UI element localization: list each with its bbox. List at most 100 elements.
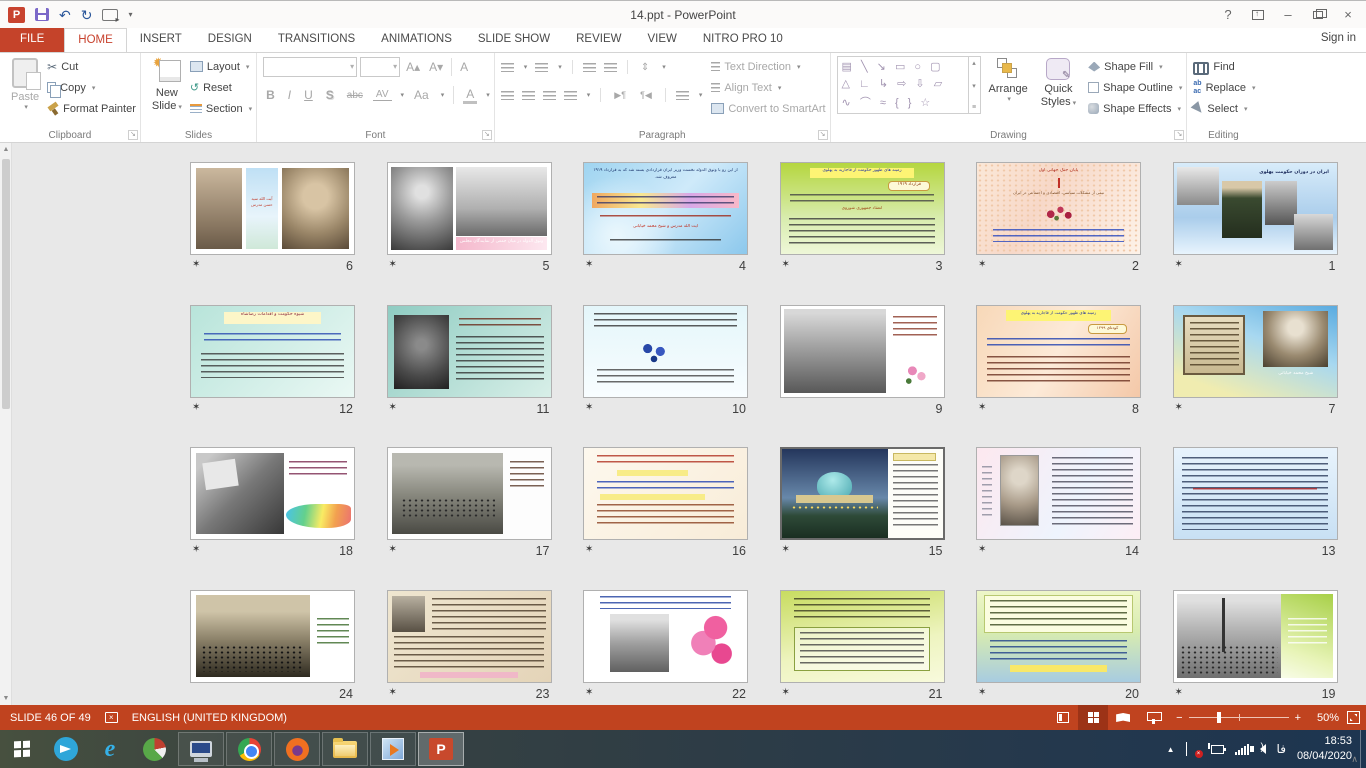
slide-thumbnail-10[interactable]	[583, 305, 748, 398]
character-spacing-icon[interactable]: AV	[373, 89, 392, 101]
ribbon-display-options-icon[interactable]	[1244, 4, 1272, 26]
taskbar-file-explorer[interactable]	[322, 732, 368, 766]
tab-file[interactable]: FILE	[0, 28, 64, 52]
animation-indicator[interactable]: ✶	[782, 544, 794, 558]
language-indicator[interactable]: ENGLISH (UNITED KINGDOM)	[132, 712, 287, 724]
bullets-icon[interactable]	[501, 63, 514, 72]
slide-thumbnail-16[interactable]	[583, 447, 748, 540]
undo-icon[interactable]: ↶	[59, 8, 71, 22]
redo-icon[interactable]: ↻	[81, 8, 93, 22]
find-button[interactable]: Find	[1193, 56, 1255, 77]
animation-indicator[interactable]: ✶	[978, 259, 990, 273]
tab-nitro-pro[interactable]: NITRO PRO 10	[690, 28, 796, 52]
slide-thumbnail-21[interactable]	[780, 590, 945, 683]
quick-styles-button[interactable]: Quick Styles▾	[1036, 56, 1081, 110]
animation-indicator[interactable]: ✶	[585, 259, 597, 273]
columns-icon[interactable]	[676, 91, 689, 100]
volume-icon[interactable]	[1260, 744, 1266, 754]
copy-button[interactable]: Copy▾	[47, 77, 136, 98]
italic-icon[interactable]: I	[285, 88, 294, 102]
slide-thumbnail-6[interactable]: آیت الله سید حسن مدرس	[190, 162, 355, 255]
taskbar-remote-desktop[interactable]	[178, 732, 224, 766]
align-text-button[interactable]: Align Text▾	[711, 77, 825, 98]
reading-view-button[interactable]	[1108, 705, 1138, 730]
animation-indicator[interactable]: ✶	[389, 259, 401, 273]
start-from-beginning-icon[interactable]	[102, 9, 118, 21]
taskbar-telegram[interactable]	[44, 730, 88, 768]
slide-thumbnail-15[interactable]	[780, 447, 945, 540]
strikethrough-icon[interactable]: abc	[344, 90, 366, 101]
animation-indicator[interactable]: ✶	[389, 402, 401, 416]
text-shadow-icon[interactable]: S	[323, 88, 337, 102]
slide-show-button[interactable]	[1138, 705, 1168, 730]
clear-formatting-icon[interactable]: A	[457, 60, 471, 74]
customize-qat-icon[interactable]: ▾	[128, 10, 132, 19]
zoom-out-icon[interactable]: −	[1176, 712, 1182, 724]
taskbar-firefox[interactable]	[274, 732, 320, 766]
paste-button[interactable]: Paste▾	[6, 56, 44, 114]
slide-thumbnail-1[interactable]: ایران در دوران حکومت پهلوی	[1173, 162, 1338, 255]
shapes-gallery[interactable]: ▤ ╲ ↘ ▭ ○ ▢ △ ∟ ↳ ⇨ ⇩ ▱ ∿ ⌒ ≈ { } ☆	[837, 56, 969, 114]
layout-button[interactable]: Layout▾	[190, 56, 252, 77]
animation-indicator[interactable]: ✶	[389, 687, 401, 701]
tab-review[interactable]: REVIEW	[563, 28, 634, 52]
start-button[interactable]	[0, 730, 44, 768]
tab-animations[interactable]: ANIMATIONS	[368, 28, 465, 52]
help-icon[interactable]: ?	[1214, 4, 1242, 26]
cut-button[interactable]: ✂Cut	[47, 56, 136, 77]
network-icon[interactable]	[1235, 744, 1249, 755]
animation-indicator[interactable]: ✶	[585, 687, 597, 701]
animation-indicator[interactable]: ✶	[1175, 402, 1187, 416]
animation-indicator[interactable]: ✶	[192, 402, 204, 416]
show-desktop-button[interactable]	[1360, 730, 1366, 768]
zoom-in-icon[interactable]: +	[1295, 712, 1301, 724]
shapes-gallery-scrollbar[interactable]: ▴▾≡	[969, 56, 981, 114]
new-slide-button[interactable]: ✹ New Slide▾	[147, 56, 187, 114]
restore-icon[interactable]	[1304, 4, 1332, 26]
decrease-indent-icon[interactable]	[583, 63, 596, 72]
rtl-direction-icon[interactable]: ¶◀	[637, 90, 655, 101]
save-icon[interactable]	[35, 8, 49, 21]
replace-button[interactable]: abac Replace▾	[1193, 77, 1255, 98]
numbering-icon[interactable]	[535, 63, 548, 72]
animation-indicator[interactable]: ✶	[192, 544, 204, 558]
text-direction-button[interactable]: Text Direction▾	[711, 56, 825, 77]
scrollbar-thumb[interactable]	[2, 159, 10, 409]
slide-thumbnail-2[interactable]: پایان جنگ جهانی اولنیمی از مشکلات سیاسی،…	[976, 162, 1141, 255]
scroll-down-icon[interactable]: ▼	[0, 692, 12, 705]
align-right-icon[interactable]	[543, 91, 556, 100]
taskbar-chrome[interactable]	[226, 732, 272, 766]
tab-home[interactable]: HOME	[64, 28, 127, 52]
underline-icon[interactable]: U	[301, 88, 316, 102]
shape-effects-button[interactable]: Shape Effects▾	[1088, 98, 1182, 119]
animation-indicator[interactable]: ✶	[389, 544, 401, 558]
animation-indicator[interactable]: ✶	[585, 544, 597, 558]
tab-transitions[interactable]: TRANSITIONS	[265, 28, 368, 52]
select-button[interactable]: Select▾	[1193, 98, 1255, 119]
font-color-icon[interactable]: A	[463, 87, 477, 104]
power-icon[interactable]	[1211, 745, 1224, 754]
arrange-button[interactable]: Arrange▾	[984, 56, 1033, 106]
taskbar-media-player[interactable]	[370, 732, 416, 766]
slide-thumbnail-14[interactable]	[976, 447, 1141, 540]
slide-sorter-view-button[interactable]	[1078, 705, 1108, 730]
shape-outline-button[interactable]: Shape Outline▾	[1088, 77, 1182, 98]
animation-indicator[interactable]: ✶	[978, 544, 990, 558]
taskbar-internet-explorer[interactable]: e	[88, 730, 132, 768]
hidden-icons-chevron[interactable]: ▲	[1167, 745, 1175, 754]
shape-fill-button[interactable]: Shape Fill▾	[1088, 56, 1182, 77]
align-left-icon[interactable]	[501, 91, 514, 100]
zoom-level[interactable]: 50%	[1309, 712, 1339, 724]
slide-thumbnail-4[interactable]: از این رو با وثوق الدوله نخست وزیر ایران…	[583, 162, 748, 255]
tab-design[interactable]: DESIGN	[195, 28, 265, 52]
slide-thumbnail-11[interactable]	[387, 305, 552, 398]
bold-icon[interactable]: B	[263, 88, 278, 102]
slide-thumbnail-19[interactable]	[1173, 590, 1338, 683]
animation-indicator[interactable]: ✶	[192, 259, 204, 273]
fit-to-window-icon[interactable]	[1347, 711, 1360, 724]
clock[interactable]: 18:53 08/04/2020	[1297, 734, 1352, 764]
animation-indicator[interactable]: ✶	[1175, 687, 1187, 701]
slide-thumbnail-7[interactable]: شیخ محمد خیابانی	[1173, 305, 1338, 398]
slide-thumbnail-22[interactable]	[583, 590, 748, 683]
line-spacing-icon[interactable]: ⇕	[638, 62, 652, 73]
